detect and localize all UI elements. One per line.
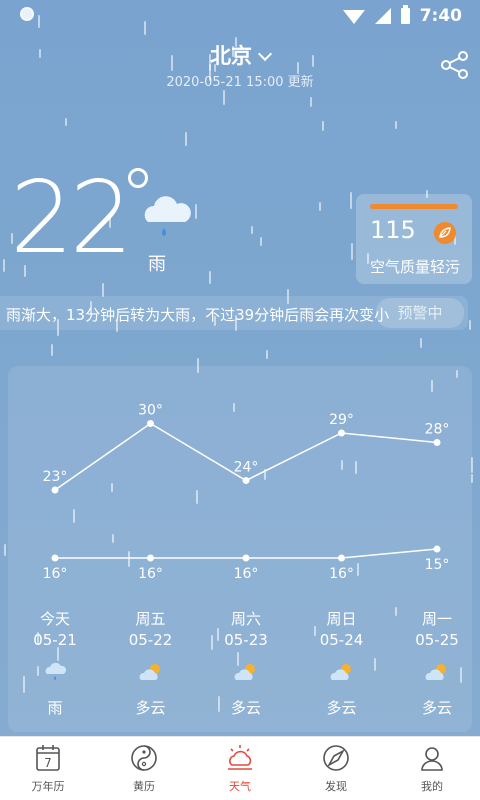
weather-app: 7:40 北京 2020-05-21 15:00 更新 22 雨 115 空气质… — [0, 0, 480, 800]
weather-sun-icon — [228, 745, 252, 770]
forecast-day-name: 周六 — [230, 610, 261, 628]
forecast-day-condition: 多云 — [421, 699, 452, 717]
temperature-trend-chart: 23° 16° 30° 16° 24° 16° 29° 16° 28° 15° — [43, 403, 450, 583]
forecast-day[interactable]: 周六 05-23 多云 — [201, 608, 291, 718]
low-temp-point — [147, 554, 154, 562]
forecast-day-name: 周日 — [326, 610, 357, 628]
low-temp-point — [338, 554, 345, 562]
forecast-day-date: 05-21 — [33, 631, 77, 649]
rain-cloud-icon — [42, 661, 68, 683]
partly-cloudy-icon — [424, 661, 450, 683]
partly-cloudy-icon — [329, 661, 355, 683]
forecast-day-condition: 多云 — [230, 699, 261, 717]
nav-item-discover[interactable]: 发现 — [288, 737, 384, 800]
low-temp-label: 16° — [138, 566, 163, 582]
forecast-day-condition: 多云 — [326, 699, 357, 717]
low-temp-point — [433, 545, 441, 553]
low-temp-point — [51, 554, 59, 562]
high-temp-label: 30° — [138, 403, 163, 419]
compass-icon — [323, 745, 349, 771]
high-temp-point — [51, 486, 59, 494]
nav-label-weather: 天气 — [229, 780, 251, 793]
high-temp-point — [338, 429, 345, 437]
nav-label-profile: 我的 — [421, 780, 443, 793]
high-temp-label: 29° — [329, 412, 354, 428]
forecast-day-name: 周五 — [135, 610, 166, 628]
forecast-day-date: 05-22 — [128, 631, 173, 649]
nav-item-profile[interactable]: 我的 — [384, 737, 480, 800]
nav-label-calendar: 万年历 — [31, 780, 65, 793]
calendar-icon: 7 — [36, 745, 60, 771]
forecast-day-name: 今天 — [39, 610, 70, 628]
low-temp-label: 16° — [329, 566, 354, 582]
forecast-day-name: 周一 — [421, 610, 452, 628]
forecast-day-date: 05-23 — [224, 631, 268, 649]
high-temp-label: 28° — [425, 422, 450, 438]
high-temp-point — [242, 477, 250, 484]
forecast-day-date: 05-24 — [319, 631, 364, 649]
yinyang-icon — [131, 745, 157, 771]
low-temp-label: 15° — [425, 557, 450, 573]
forecast-day[interactable]: 周日 05-24 多云 — [297, 608, 387, 718]
partly-cloudy-icon — [233, 661, 259, 683]
nav-label-almanac: 黄历 — [133, 780, 155, 793]
nav-item-weather[interactable]: 天气 — [192, 737, 288, 800]
calendar-day-number: 7 — [44, 756, 52, 770]
high-temp-point — [147, 420, 154, 427]
forecast-day[interactable]: 今天 05-21 雨 — [10, 608, 100, 718]
partly-cloudy-icon — [138, 661, 164, 683]
low-temp-label: 16° — [234, 566, 259, 582]
nav-item-almanac[interactable]: 黄历 — [96, 737, 192, 800]
high-temp-point — [433, 439, 441, 446]
forecast-day[interactable]: 周一 05-25 多云 — [392, 608, 480, 718]
user-icon — [421, 747, 443, 771]
forecast-day-date: 05-25 — [415, 631, 459, 649]
nav-item-calendar[interactable]: 7 万年历 — [0, 737, 96, 800]
high-temp-label: 24° — [234, 460, 259, 476]
forecast-day[interactable]: 周五 05-22 多云 — [106, 608, 196, 718]
low-temp-label: 16° — [43, 566, 68, 582]
low-temp-point — [242, 554, 250, 562]
forecast-day-condition: 雨 — [47, 699, 63, 717]
bottom-nav: 7 万年历 黄历 天气 发现 我的 — [0, 736, 480, 800]
forecast-day-condition: 多云 — [135, 699, 166, 717]
high-temp-label: 23° — [43, 469, 68, 485]
nav-label-discover: 发现 — [325, 780, 347, 793]
